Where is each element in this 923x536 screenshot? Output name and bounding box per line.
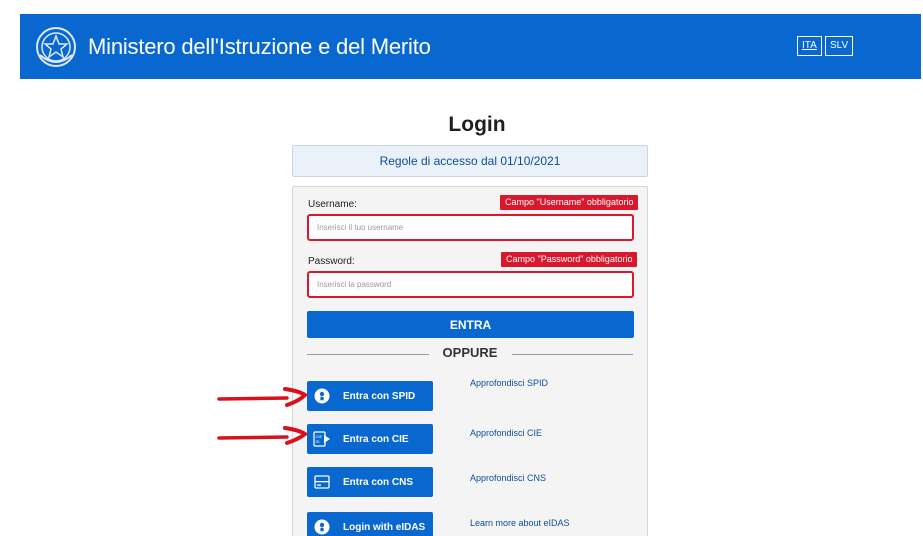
cns-learn-more-link[interactable]: Approfondisci CNS	[470, 473, 546, 483]
separator-line-left	[307, 354, 429, 355]
site-title: Ministero dell'Istruzione e del Merito	[88, 34, 431, 59]
annotation-arrow-spid-icon	[217, 387, 309, 407]
cns-login-label: Entra con CNS	[343, 476, 414, 488]
username-error-badge: Campo "Username" obbligatorio	[500, 195, 639, 210]
cie-login-label: Entra con CIE	[343, 433, 409, 445]
cie-card-icon: CIE ID	[309, 424, 335, 454]
password-error-badge: Campo "Password" obbligatorio	[501, 252, 638, 267]
cns-card-icon	[309, 467, 335, 497]
header-bar: Ministero dell'Istruzione e del Merito I…	[20, 14, 921, 79]
cie-learn-more-link[interactable]: Approfondisci CIE	[470, 428, 542, 438]
republic-emblem-icon	[36, 27, 76, 67]
password-input[interactable]	[307, 271, 634, 298]
eidas-login-label: Login with eIDAS	[343, 521, 426, 533]
spid-login-button[interactable]: Entra con SPID	[307, 381, 433, 411]
enter-button[interactable]: ENTRA	[307, 311, 634, 338]
annotation-arrow-cie-icon	[217, 426, 309, 445]
eidas-login-button[interactable]: Login with eIDAS	[307, 512, 433, 536]
spid-login-label: Entra con SPID	[343, 390, 416, 402]
password-label: Password:	[308, 256, 355, 267]
cns-login-button[interactable]: Entra con CNS	[307, 467, 433, 497]
cie-login-button[interactable]: CIE ID Entra con CIE	[307, 424, 433, 454]
access-rules-link[interactable]: Regole di accesso dal 01/10/2021	[292, 145, 648, 177]
username-label: Username:	[308, 199, 357, 210]
spid-learn-more-link[interactable]: Approfondisci SPID	[470, 378, 548, 388]
language-slv-button[interactable]: SLV	[825, 36, 854, 56]
svg-text:ID: ID	[316, 439, 320, 444]
page-title: Login	[448, 113, 506, 136]
eidas-learn-more-link[interactable]: Learn more about eIDAS	[470, 518, 570, 528]
spid-user-icon	[309, 381, 335, 411]
separator-label: OPPURE	[442, 345, 498, 360]
eidas-user-icon	[309, 512, 335, 536]
language-ita-button[interactable]: ITA	[797, 36, 822, 56]
separator-line-right	[512, 354, 633, 355]
username-input[interactable]	[307, 214, 634, 241]
